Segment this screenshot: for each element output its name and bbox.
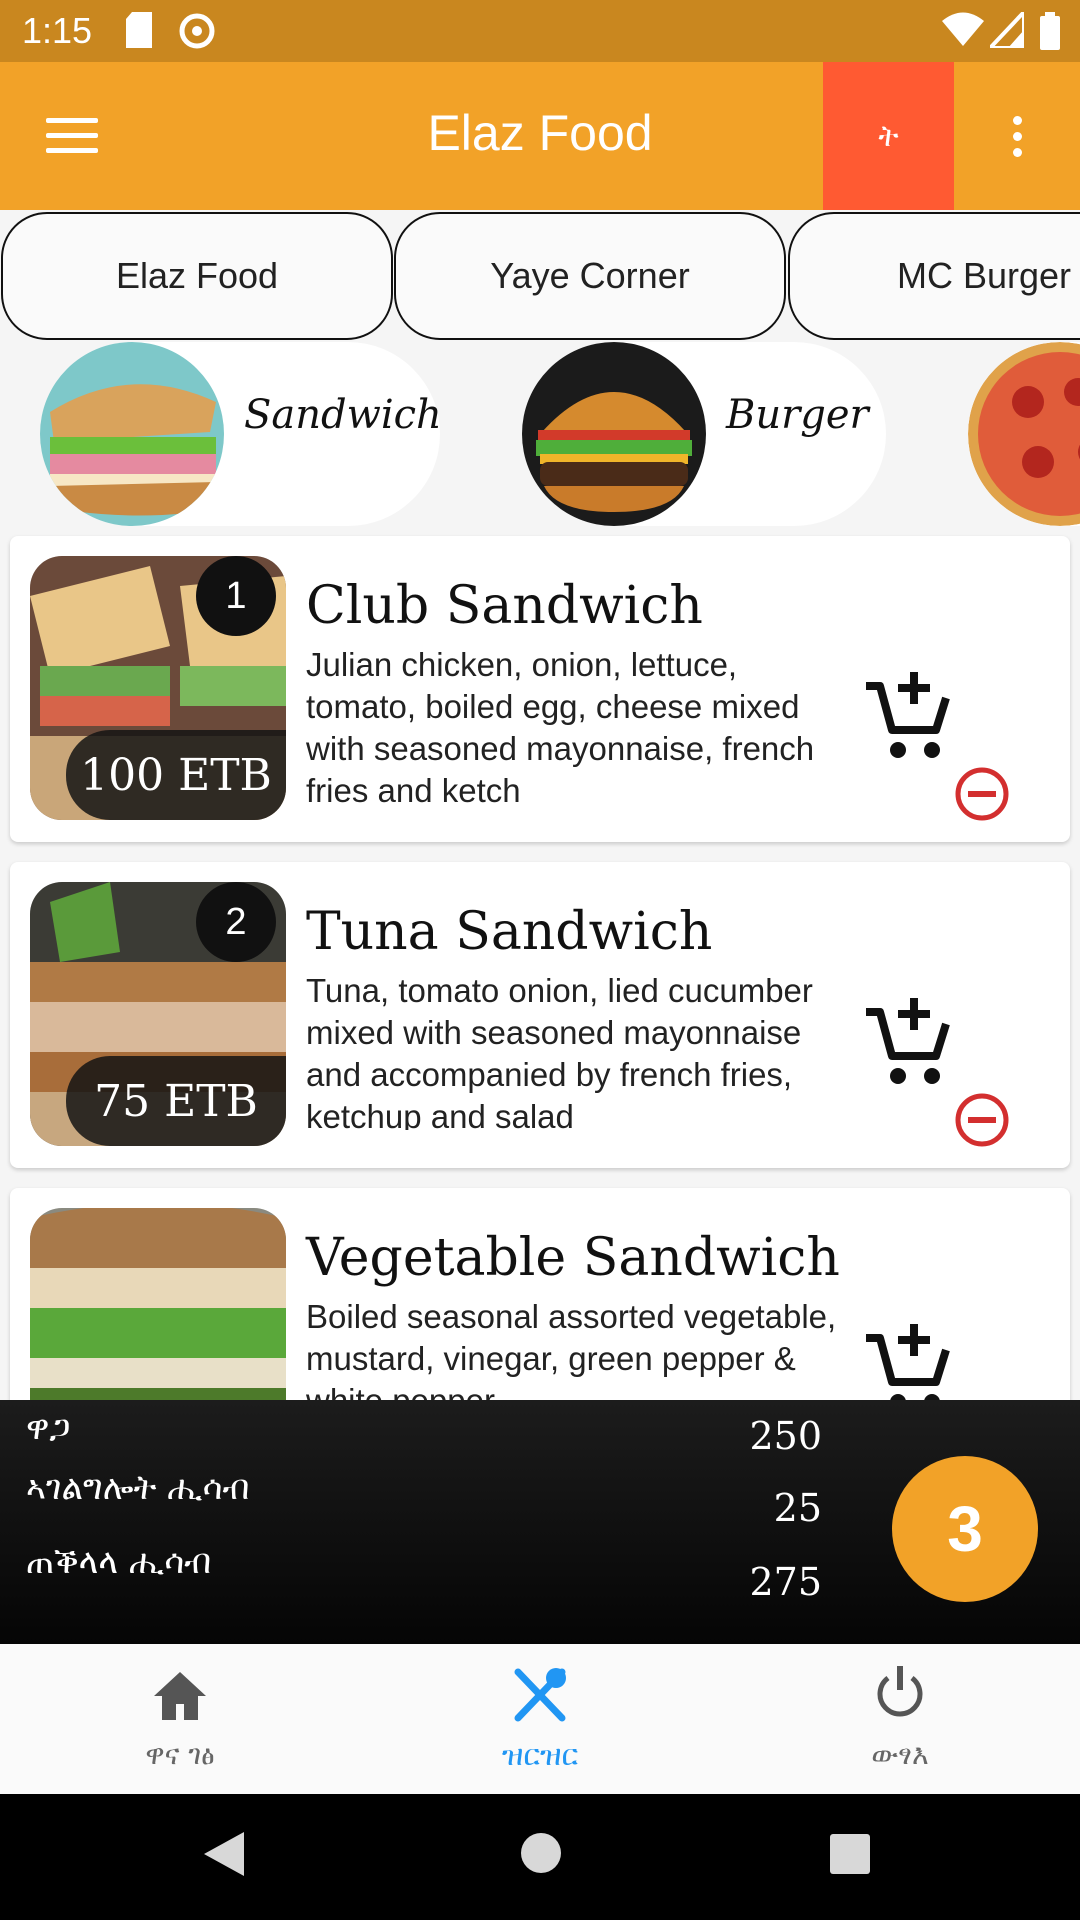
nav-label: ዋና ገፅ: [145, 1738, 215, 1771]
nav-label: ውፃእ: [871, 1738, 929, 1771]
system-navigation-bar: [0, 1794, 1080, 1920]
cart-count-button[interactable]: 3: [892, 1456, 1038, 1602]
sandwich-image: [40, 342, 224, 526]
total-label: ጠቕላላ ሒሳብ: [26, 1542, 212, 1582]
home-icon: [150, 1666, 210, 1722]
language-button[interactable]: ት: [823, 62, 954, 210]
category-burger[interactable]: Burger: [522, 342, 886, 526]
category-label: Burger: [726, 392, 869, 438]
app-bar: Elaz Food ት: [0, 62, 1080, 210]
item-description: Tuna, tomato onion, lied cucumber mixed …: [306, 972, 813, 1130]
status-bar: 1:15: [0, 0, 1080, 62]
sd-card-icon: [124, 12, 154, 52]
burger-image: [522, 342, 706, 526]
nav-label: ዝርዝር: [501, 1738, 579, 1773]
item-name: Vegetable Sandwich: [306, 1228, 840, 1288]
item-description: Julian chicken, onion, lettuce, tomato, …: [306, 646, 815, 804]
menu-item-list: 1 100 ETB Club Sandwich Julian chicken, …: [0, 534, 1080, 1400]
category-list: Sandwich Burger: [0, 342, 1080, 532]
battery-icon: [1040, 12, 1060, 54]
menu-item-card[interactable]: Vegetable Sandwich Boiled seasonal assor…: [10, 1188, 1070, 1400]
status-time: 1:15: [22, 10, 93, 51]
add-to-cart-icon[interactable]: [860, 994, 956, 1090]
nav-home[interactable]: ዋና ገፅ: [0, 1644, 360, 1794]
service-charge-value: 25: [773, 1486, 822, 1530]
restaurant-tab-yaye-corner[interactable]: Yaye Corner: [394, 212, 786, 340]
add-to-cart-icon[interactable]: [860, 1320, 956, 1400]
restaurant-tab-mc-burger[interactable]: MC Burger: [788, 212, 1080, 340]
remove-from-cart-icon[interactable]: [954, 766, 1010, 822]
bottom-navigation: ዋና ገፅ ዝርዝር ውፃእ: [0, 1644, 1080, 1794]
nav-menu[interactable]: ዝርዝር: [360, 1644, 720, 1794]
vegetable-sandwich-image: [30, 1208, 286, 1400]
sync-icon: [178, 12, 216, 54]
menu-item-card[interactable]: 2 75 ETB Tuna Sandwich Tuna, tomato onio…: [10, 862, 1070, 1168]
utensils-icon: [510, 1666, 570, 1722]
home-button-icon[interactable]: [520, 1832, 562, 1878]
item-description: Boiled seasonal assorted vegetable, must…: [306, 1298, 837, 1400]
nav-logout[interactable]: ውፃእ: [720, 1644, 1080, 1794]
price-value: 250: [749, 1414, 822, 1458]
item-name: Tuna Sandwich: [306, 902, 713, 962]
category-pizza[interactable]: [968, 342, 1080, 526]
category-sandwich[interactable]: Sandwich: [40, 342, 442, 526]
recents-icon[interactable]: [830, 1834, 870, 1878]
item-number-badge: 1: [196, 556, 276, 636]
signal-icon: [985, 6, 1026, 52]
pizza-image: [968, 342, 1080, 526]
total-value: 275: [749, 1560, 822, 1604]
back-icon[interactable]: [204, 1832, 244, 1880]
item-name: Club Sandwich: [306, 576, 703, 636]
item-number-badge: 2: [196, 882, 276, 962]
remove-from-cart-icon[interactable]: [954, 1092, 1010, 1148]
menu-item-card[interactable]: 1 100 ETB Club Sandwich Julian chicken, …: [10, 536, 1070, 842]
power-icon: [870, 1666, 930, 1722]
item-price: 100 ETB: [66, 730, 286, 820]
more-options-icon[interactable]: [1008, 116, 1026, 160]
restaurant-tab-elaz-food[interactable]: Elaz Food: [1, 212, 393, 340]
item-price: 75 ETB: [66, 1056, 286, 1146]
order-summary: ዋጋ 250 ኣገልግሎት ሒሳብ 25 ጠቕላላ ሒሳብ 275 3: [0, 1400, 1080, 1644]
service-charge-label: ኣገልግሎት ሒሳብ: [26, 1468, 250, 1508]
add-to-cart-icon[interactable]: [860, 668, 956, 764]
category-label: Sandwich: [244, 392, 442, 438]
restaurant-tabs: Elaz Food Yaye Corner MC Burger: [0, 210, 1080, 342]
wifi-icon: [942, 12, 984, 52]
price-label: ዋጋ: [26, 1408, 71, 1448]
